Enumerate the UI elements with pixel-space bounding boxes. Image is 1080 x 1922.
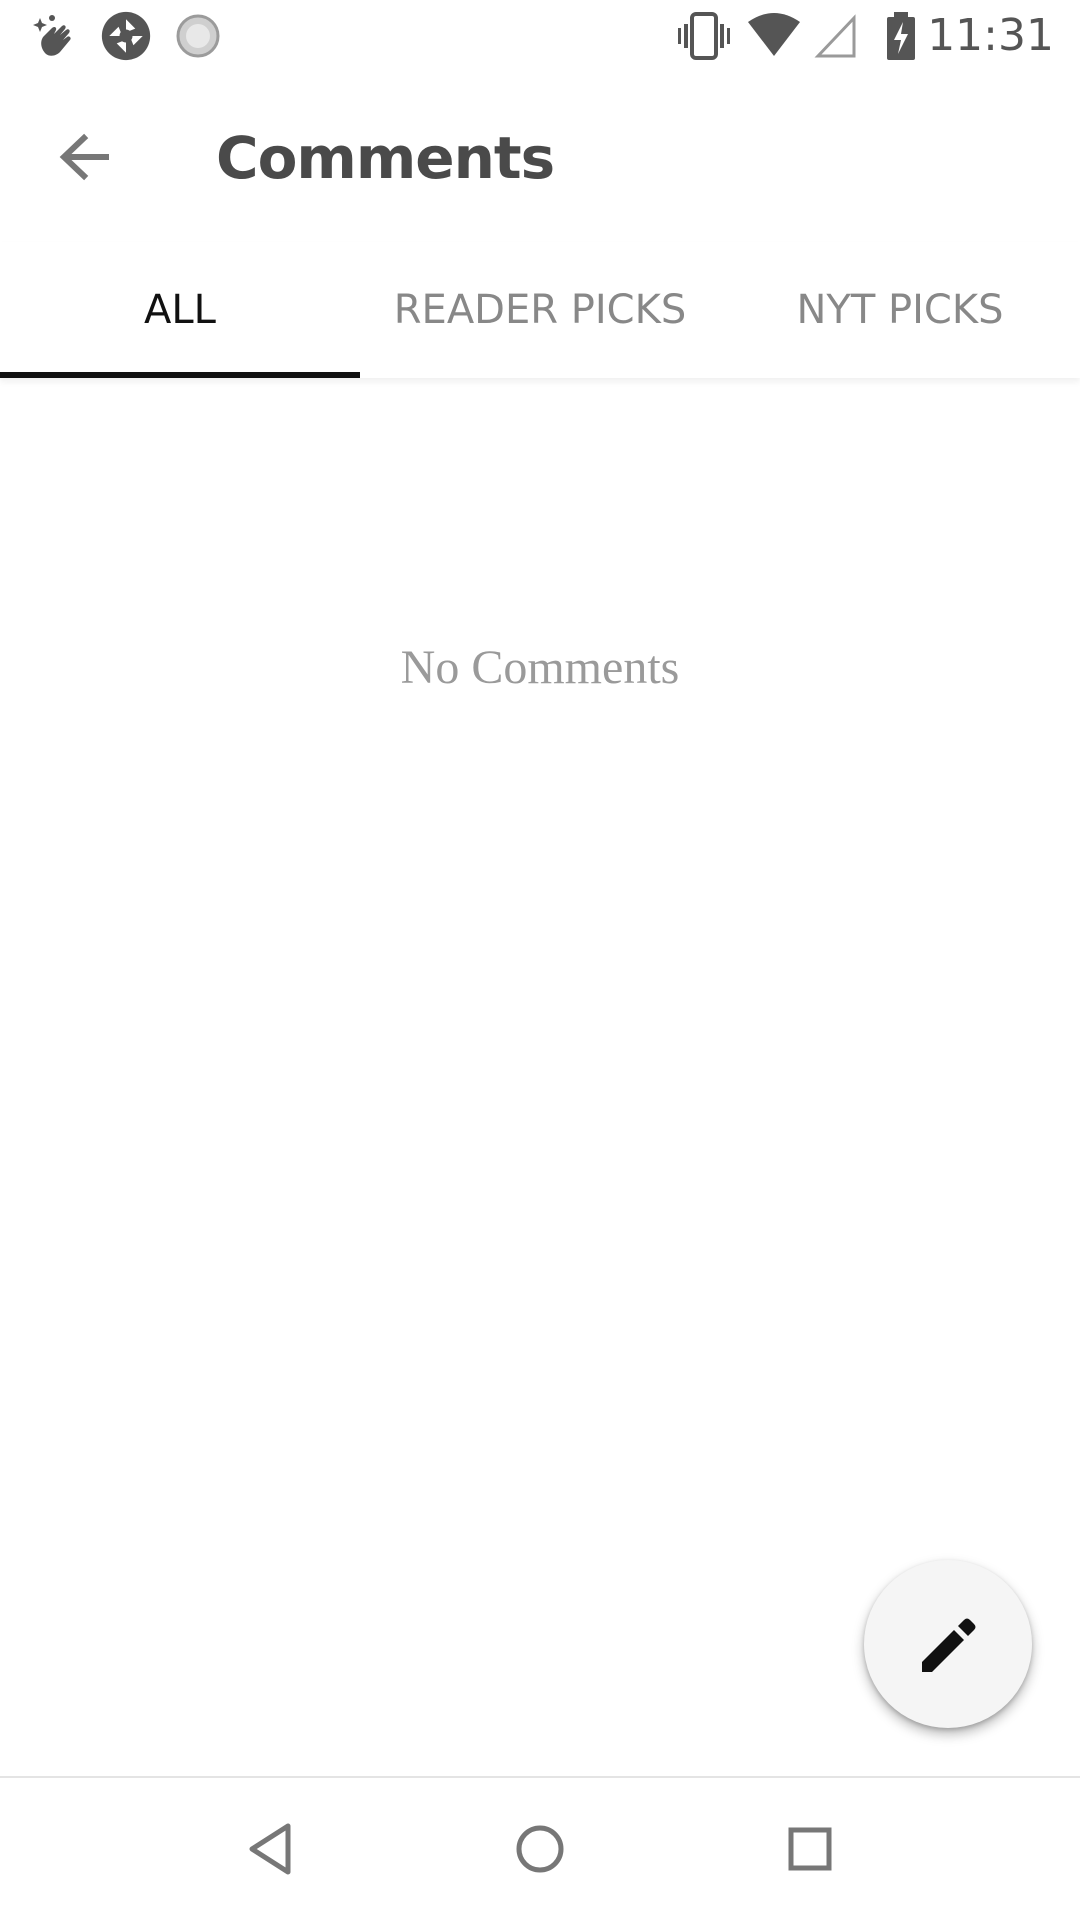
nav-back-button[interactable] — [226, 1804, 316, 1894]
tab-reader-picks[interactable]: READER PICKS — [360, 242, 720, 378]
status-time: 11:31 — [927, 10, 1054, 61]
tab-all[interactable]: ALL — [0, 242, 360, 378]
tab-indicator — [0, 372, 360, 378]
pencil-icon — [922, 1618, 976, 1672]
cell-signal-icon — [814, 14, 856, 58]
home-circle-icon — [516, 1825, 564, 1873]
arrow-left-icon — [59, 133, 109, 181]
tab-label: READER PICKS — [393, 287, 687, 333]
loading-circle-icon — [176, 14, 220, 58]
status-bar: 11:31 — [0, 0, 1080, 74]
aperture-icon — [101, 11, 151, 61]
compose-comment-button[interactable] — [864, 1560, 1032, 1728]
battery-charging-icon — [887, 12, 915, 60]
nav-recents-button[interactable] — [765, 1804, 855, 1894]
tab-nyt-picks[interactable]: NYT PICKS — [720, 242, 1080, 378]
navigation-bar — [0, 1776, 1080, 1922]
tab-bar: ALL READER PICKS NYT PICKS — [0, 242, 1080, 378]
tab-label: NYT PICKS — [796, 287, 1004, 333]
empty-state-message: No Comments — [400, 641, 680, 694]
app-bar: Comments — [0, 74, 1080, 242]
hand-sparkle-icon — [33, 15, 71, 56]
back-button[interactable] — [40, 114, 130, 204]
tab-label: ALL — [144, 287, 216, 333]
page-title: Comments — [216, 124, 555, 192]
wifi-icon — [748, 13, 800, 56]
back-triangle-icon — [249, 1823, 291, 1875]
vibrate-icon — [678, 12, 730, 60]
nav-home-button[interactable] — [495, 1804, 585, 1894]
recents-square-icon — [788, 1827, 832, 1871]
